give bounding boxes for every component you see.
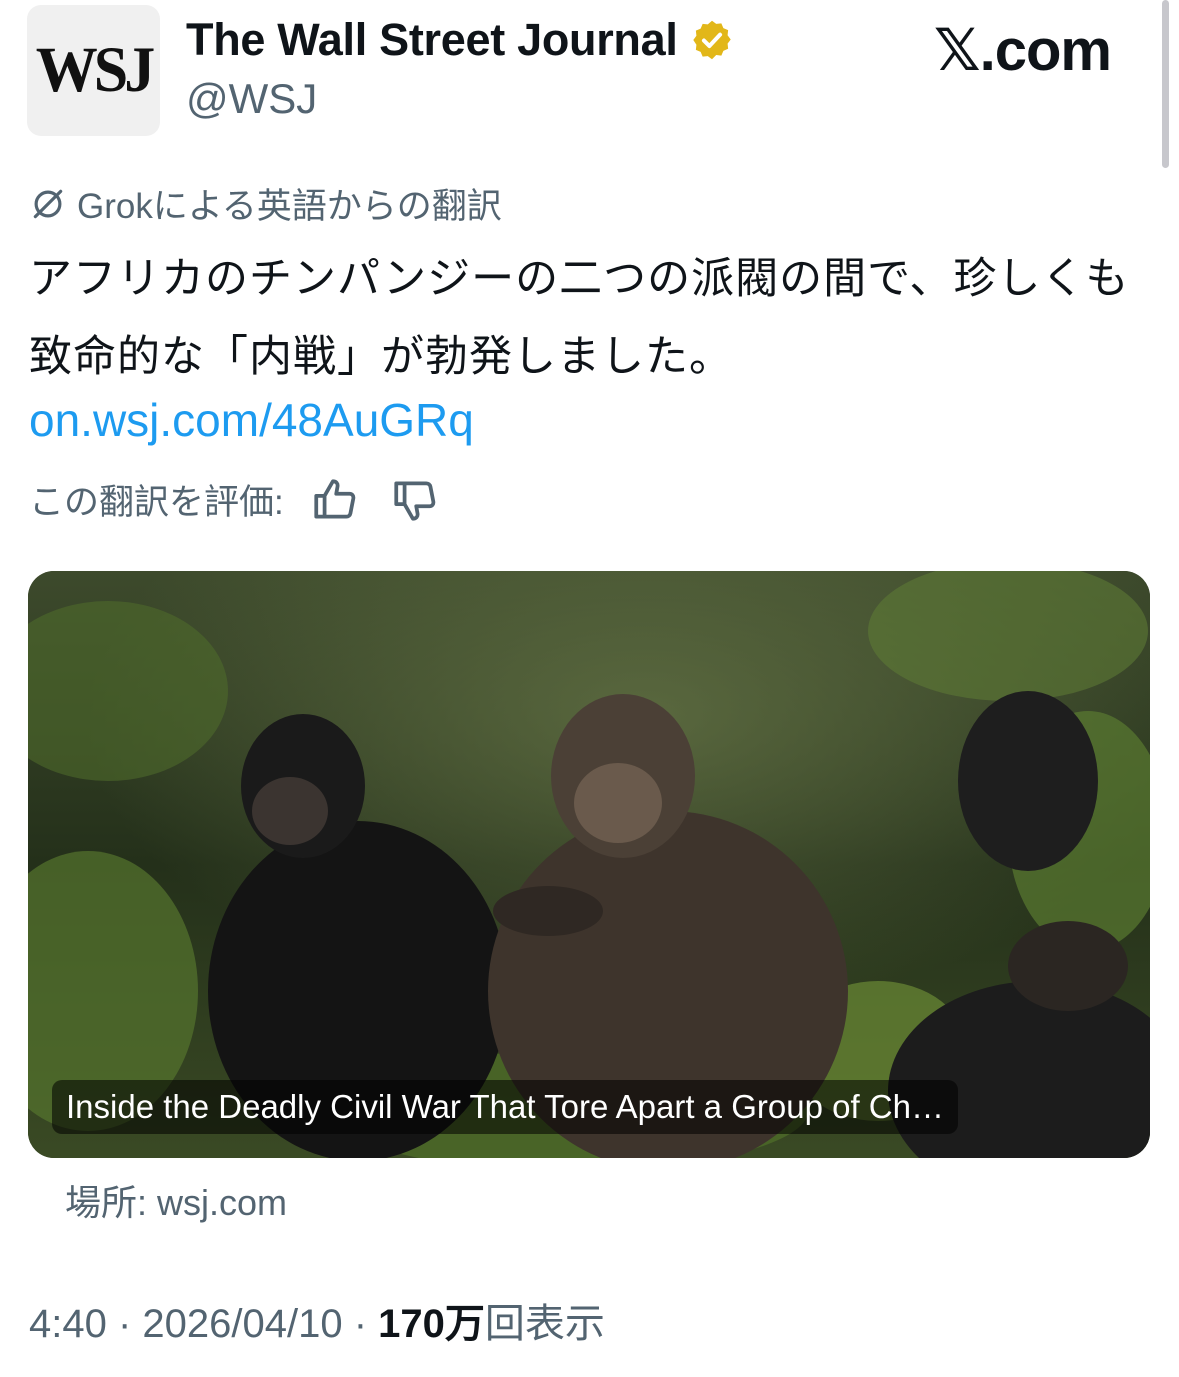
- views-count: 170万: [378, 1302, 485, 1346]
- wsj-logo: WSJ: [35, 34, 156, 106]
- meta-separator: ·: [106, 1302, 143, 1346]
- card-source[interactable]: 場所: wsj.com: [65, 1174, 287, 1226]
- grok-icon: [33, 189, 63, 218]
- tweet-date[interactable]: 2026/04/10: [142, 1302, 342, 1346]
- verified-badge-icon[interactable]: [690, 18, 734, 62]
- tweet-page: WSJ The Wall Street Journal @WSJ 𝕏.com G…: [0, 0, 1179, 1377]
- link-preview-card[interactable]: Inside the Deadly Civil War That Tore Ap…: [28, 571, 1150, 1158]
- tweet-meta: 4:40 · 2026/04/10 · 170万回表示: [29, 1291, 605, 1349]
- author-name-row: The Wall Street Journal: [186, 14, 734, 66]
- tweet-link[interactable]: on.wsj.com/48AuGRq: [29, 393, 474, 447]
- meta-separator: ·: [342, 1302, 379, 1346]
- x-com-logo: 𝕏.com: [933, 18, 1112, 83]
- avatar[interactable]: WSJ: [27, 5, 160, 136]
- rate-translation-row: この翻訳を評価:: [29, 474, 440, 525]
- views-label: 回表示: [484, 1302, 605, 1346]
- thumbs-down-icon[interactable]: [390, 475, 440, 525]
- card-title[interactable]: Inside the Deadly Civil War That Tore Ap…: [52, 1080, 958, 1134]
- thumbs-up-icon[interactable]: [310, 475, 360, 525]
- rate-translation-label: この翻訳を評価:: [29, 483, 284, 522]
- chimpanzees-photo: [28, 571, 1150, 1158]
- tweet-time[interactable]: 4:40: [29, 1302, 107, 1346]
- tweet-text: アフリカのチンパンジーの二つの派閥の間で、珍しくも致命的な「内戦」が勃発しました…: [29, 255, 1130, 381]
- author-handle[interactable]: @WSJ: [186, 75, 317, 123]
- display-name[interactable]: The Wall Street Journal: [186, 14, 678, 66]
- scrollbar[interactable]: [1162, 0, 1169, 168]
- translation-label: Grokによる英語からの翻訳: [29, 178, 502, 229]
- translation-label-text: Grokによる英語からの翻訳: [77, 187, 502, 226]
